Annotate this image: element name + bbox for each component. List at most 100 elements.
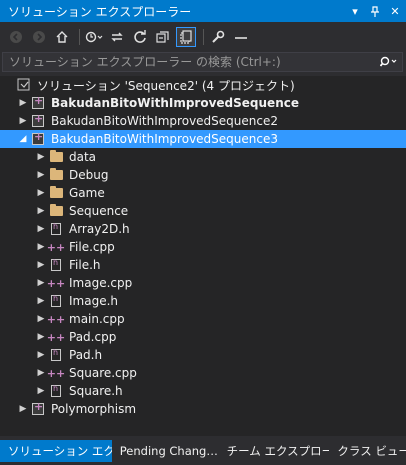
tree-item-label: Sequence [69, 204, 129, 218]
tree-item-label: File.cpp [69, 240, 115, 254]
tree-item-label: Image.cpp [69, 276, 133, 290]
tree-item-solution[interactable]: ソリューション 'Sequence2' (4 プロジェクト) [0, 76, 406, 94]
tree-item-label: ソリューション 'Sequence2' (4 プロジェクト) [37, 78, 295, 93]
refresh-icon [134, 30, 146, 43]
cpp-file-icon: ++ [46, 276, 66, 290]
tree-item-label: BakudanBitoWithImprovedSequence2 [51, 114, 278, 128]
tree-item-file[interactable]: ▶ Image.h [0, 292, 406, 310]
tab-class-view[interactable]: クラス ビュー [329, 440, 406, 462]
preview-button[interactable] [231, 27, 251, 47]
tree-item-label: File.h [69, 258, 101, 272]
folder-icon [48, 203, 64, 219]
header-file-icon [48, 257, 64, 273]
tree-item-project[interactable]: ▶ BakudanBitoWithImprovedSequence [0, 94, 406, 112]
folder-icon [48, 167, 64, 183]
tree-item-folder[interactable]: ▶ Sequence [0, 202, 406, 220]
cpp-file-icon: ++ [46, 330, 66, 344]
folder-icon [48, 185, 64, 201]
search-input[interactable] [3, 54, 376, 70]
cpp-file-icon: ++ [46, 312, 66, 326]
toolbar-separator [203, 29, 204, 45]
toolbar-separator [79, 29, 80, 45]
window-title: ソリューション エクスプローラー [8, 4, 192, 19]
tree-item-file[interactable]: ▶ File.h [0, 256, 406, 274]
tree-item-label: Square.cpp [69, 366, 137, 380]
tree-item-label: Pad.cpp [69, 330, 117, 344]
expand-arrow-icon[interactable]: ▶ [34, 188, 48, 198]
tree-item-file[interactable]: ▶ ++ Pad.cpp [0, 328, 406, 346]
cpp-file-icon: ++ [46, 366, 66, 380]
tree-item-file[interactable]: ▶ ++ Image.cpp [0, 274, 406, 292]
tree-item-file[interactable]: ▶ Pad.h [0, 346, 406, 364]
cpp-project-icon [30, 400, 46, 417]
tree-item-label: Pad.h [69, 348, 103, 362]
tab-solution-explorer[interactable]: ソリューション エク… [0, 440, 112, 462]
pin-icon [371, 5, 379, 17]
tree-item-project[interactable]: ▶ BakudanBitoWithImprovedSequence2 [0, 112, 406, 130]
tree-item-file[interactable]: ▶ Square.h [0, 382, 406, 400]
tree-item-project-selected[interactable]: ◢ BakudanBitoWithImprovedSequence3 [0, 130, 406, 148]
tree-item-label: main.cpp [69, 312, 125, 326]
collapse-all-icon [156, 31, 169, 43]
tree-item-project[interactable]: ▶ Polymorphism [0, 400, 406, 418]
title-bar: ソリューション エクスプローラー ▾ ✕ [0, 0, 406, 22]
pin-button[interactable] [366, 2, 384, 20]
header-file-icon [48, 347, 64, 363]
cpp-project-icon [30, 130, 46, 147]
tab-team-explorer[interactable]: チーム エクスプロー… [219, 440, 330, 462]
tree-item-file[interactable]: ▶ Array2D.h [0, 220, 406, 238]
tree-item-label: data [69, 150, 97, 164]
forward-button[interactable] [29, 27, 49, 47]
tree-item-label: Debug [69, 168, 109, 182]
properties-button[interactable] [208, 27, 228, 47]
search-box [2, 52, 403, 72]
sync-icon [111, 32, 123, 42]
search-icon [380, 56, 397, 67]
tree-item-file[interactable]: ▶ ++ File.cpp [0, 238, 406, 256]
solution-tree: ソリューション 'Sequence2' (4 プロジェクト) ▶ Bakudan… [0, 76, 406, 436]
show-all-files-button[interactable] [176, 27, 196, 47]
tree-item-folder[interactable]: ▶ data [0, 148, 406, 166]
tree-item-file[interactable]: ▶ ++ Square.cpp [0, 364, 406, 382]
tab-pending-changes[interactable]: Pending Chang… [112, 440, 219, 462]
expand-arrow-icon[interactable]: ▶ [16, 98, 30, 108]
expand-arrow-icon[interactable]: ▶ [34, 206, 48, 216]
header-file-icon [48, 293, 64, 309]
properties-icon [212, 30, 225, 43]
folder-icon [48, 149, 64, 165]
collapse-arrow-icon[interactable]: ◢ [16, 134, 30, 144]
cpp-file-icon: ++ [46, 240, 66, 254]
history-button[interactable] [84, 27, 104, 47]
back-icon [10, 31, 22, 43]
home-button[interactable] [52, 27, 72, 47]
preview-icon [235, 37, 247, 39]
expand-arrow-icon[interactable]: ▶ [34, 350, 48, 360]
expand-arrow-icon[interactable]: ▶ [34, 260, 48, 270]
toolbar [0, 24, 406, 50]
cpp-project-icon [30, 112, 46, 129]
home-icon [56, 31, 68, 43]
collapse-all-button[interactable] [153, 27, 173, 47]
expand-arrow-icon[interactable]: ▶ [34, 296, 48, 306]
refresh-button[interactable] [130, 27, 150, 47]
expand-arrow-icon[interactable]: ▶ [34, 170, 48, 180]
back-button[interactable] [6, 27, 26, 47]
sync-button[interactable] [107, 27, 127, 47]
tree-item-label: Image.h [69, 294, 119, 308]
dropdown-menu-button[interactable]: ▾ [346, 2, 364, 20]
expand-arrow-icon[interactable]: ▶ [34, 224, 48, 234]
expand-arrow-icon[interactable]: ▶ [16, 116, 30, 126]
history-icon [85, 31, 103, 43]
tree-item-file[interactable]: ▶ ++ main.cpp [0, 310, 406, 328]
expand-arrow-icon[interactable]: ▶ [34, 152, 48, 162]
cpp-project-icon [30, 94, 46, 111]
tree-item-label: Polymorphism [51, 402, 137, 416]
expand-arrow-icon[interactable]: ▶ [34, 386, 48, 396]
tree-item-folder[interactable]: ▶ Debug [0, 166, 406, 184]
tree-item-label: Square.h [69, 384, 123, 398]
expand-arrow-icon[interactable]: ▶ [16, 404, 30, 414]
bottom-tab-bar: ソリューション エク… Pending Chang… チーム エクスプロー… ク… [0, 440, 406, 465]
close-button[interactable]: ✕ [386, 2, 404, 20]
tree-item-folder[interactable]: ▶ Game [0, 184, 406, 202]
search-button[interactable] [376, 56, 402, 68]
